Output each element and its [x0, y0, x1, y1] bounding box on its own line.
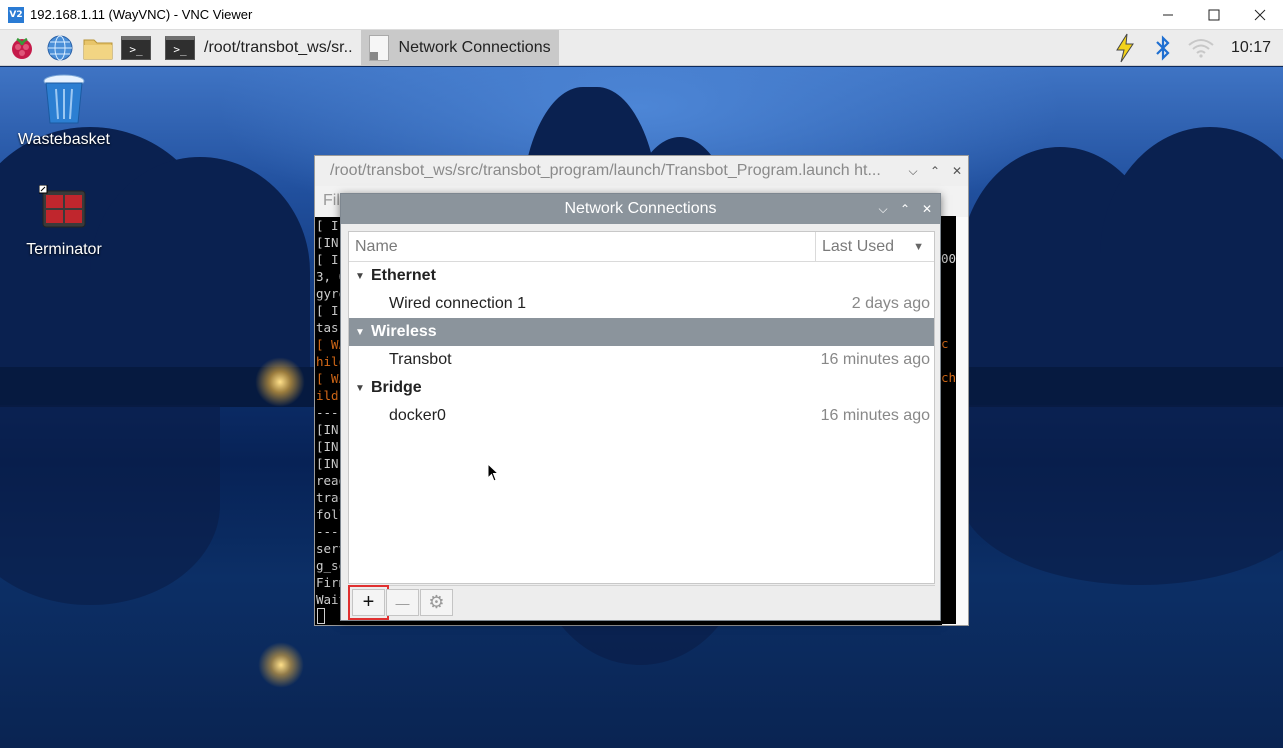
connection-last-used: 16 minutes ago	[820, 407, 930, 424]
expander-triangle-icon[interactable]: ▼	[349, 327, 371, 338]
terminator-icon	[39, 185, 86, 228]
remove-connection-button[interactable]: —	[386, 589, 419, 616]
close-icon[interactable]: ✕	[916, 202, 938, 217]
terminal-title: /root/transbot_ws/src/transbot_program/l…	[330, 162, 881, 179]
group-row-ethernet[interactable]: ▼ Ethernet	[349, 262, 934, 290]
power-lightning-icon[interactable]	[1109, 32, 1141, 64]
group-label: Ethernet	[371, 267, 436, 284]
connection-name: Wired connection 1	[389, 295, 526, 312]
close-icon[interactable]: ✕	[946, 164, 968, 178]
network-connections-title: Network Connections	[564, 200, 717, 217]
connection-list-header: Name Last Used ▼	[349, 232, 934, 262]
add-connection-button[interactable]: +	[348, 585, 389, 620]
sort-chevron-down-icon: ▼	[913, 240, 924, 253]
close-icon[interactable]	[1237, 0, 1283, 30]
clock[interactable]: 10:17	[1231, 39, 1271, 57]
terminal-task-icon[interactable]: >_	[164, 32, 196, 64]
network-connections-window[interactable]: Network Connections ⌵ ⌃ ✕ Name Last Used…	[340, 193, 941, 621]
taskbar-task-label: Network Connections	[398, 38, 551, 56]
group-row-wireless[interactable]: ▼ Wireless	[349, 318, 934, 346]
connection-row-docker0[interactable]: docker0 16 minutes ago	[349, 402, 934, 430]
connection-list[interactable]: Name Last Used ▼ ▼ Ethernet Wired connec…	[348, 231, 935, 584]
chevron-up-icon[interactable]: ⌃	[894, 202, 916, 217]
desktop-icon-wastebasket[interactable]: Wastebasket	[9, 73, 119, 149]
chevron-down-icon[interactable]: ⌵	[872, 202, 894, 217]
terminal-right-text: ch	[941, 370, 956, 385]
maximize-icon[interactable]	[1191, 0, 1237, 30]
terminal-right-text: c	[941, 336, 949, 351]
connection-toolbar: + — ⚙	[348, 585, 935, 620]
column-header-name[interactable]: Name	[349, 232, 816, 261]
network-connections-titlebar[interactable]: Network Connections ⌵ ⌃ ✕	[341, 194, 940, 224]
chevron-up-icon[interactable]: ⌃	[924, 164, 946, 178]
connection-last-used: 2 days ago	[851, 295, 930, 312]
group-label: Wireless	[371, 323, 437, 340]
vnc-titlebar: V2 192.168.1.11 (WayVNC) - VNC Viewer	[0, 0, 1283, 30]
connection-row-transbot[interactable]: Transbot 16 minutes ago	[349, 346, 934, 374]
desktop-icon-terminator[interactable]: Terminator	[9, 185, 119, 259]
taskbar-task-label: /root/transbot_ws/sr..	[204, 38, 353, 56]
connection-name: Transbot	[389, 351, 452, 368]
column-header-last-used-label: Last Used	[822, 237, 895, 255]
browser-globe-icon[interactable]	[44, 32, 76, 64]
network-connections-task-icon	[368, 34, 389, 61]
wastebasket-icon	[43, 74, 85, 124]
lantern-glow	[255, 357, 305, 407]
desktop-icon-label: Terminator	[26, 241, 102, 258]
taskbar-task-network-connections[interactable]: Network Connections	[360, 29, 559, 66]
terminal-cursor	[317, 608, 325, 624]
expander-triangle-icon[interactable]: ▼	[349, 271, 371, 282]
vnc-window-title: 192.168.1.11 (WayVNC) - VNC Viewer	[30, 7, 253, 22]
gear-icon: ⚙	[428, 592, 445, 612]
terminal-right-text: 00	[941, 251, 956, 266]
plus-icon: +	[362, 591, 375, 613]
minus-icon: —	[395, 594, 410, 611]
vnc-logo-icon: V2	[8, 6, 24, 23]
lantern-reflection-glow	[258, 642, 304, 688]
connection-row-wired-connection-1[interactable]: Wired connection 1 2 days ago	[349, 290, 934, 318]
taskbar-task-terminal[interactable]: /root/transbot_ws/sr..	[196, 30, 361, 66]
terminal-titlebar[interactable]: /root/transbot_ws/src/transbot_program/l…	[315, 156, 968, 186]
terminal-right-output: 00 c ch	[941, 216, 956, 624]
wifi-icon[interactable]	[1185, 32, 1217, 64]
group-row-bridge[interactable]: ▼ Bridge	[349, 374, 934, 402]
chevron-down-icon[interactable]: ⌵	[902, 164, 924, 179]
desktop-icon-label: Wastebasket	[18, 131, 110, 148]
edit-connection-settings-button[interactable]: ⚙	[420, 589, 453, 616]
bluetooth-icon[interactable]	[1147, 32, 1179, 64]
taskbar: >_ >_ /root/transbot_ws/sr.. Network Con…	[0, 29, 1283, 66]
expander-triangle-icon[interactable]: ▼	[349, 383, 371, 394]
connection-name: docker0	[389, 407, 446, 424]
column-header-last-used[interactable]: Last Used ▼	[816, 232, 934, 261]
group-label: Bridge	[371, 379, 422, 396]
file-manager-icon[interactable]	[82, 32, 114, 64]
raspberry-menu-icon[interactable]	[6, 32, 38, 64]
minimize-icon[interactable]	[1145, 0, 1191, 30]
mouse-pointer-icon	[487, 463, 500, 482]
terminal-launcher-icon[interactable]: >_	[120, 32, 152, 64]
connection-last-used: 16 minutes ago	[820, 351, 930, 368]
